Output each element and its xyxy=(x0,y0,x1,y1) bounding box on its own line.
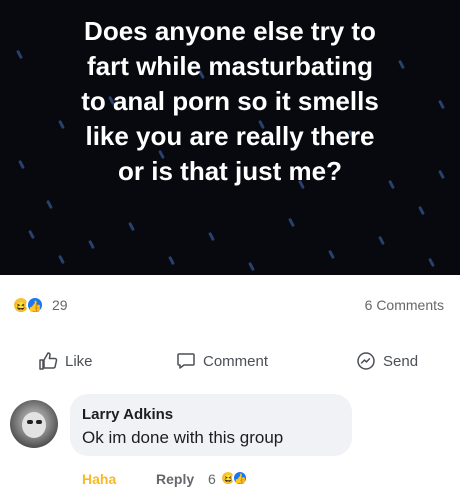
rain-drop xyxy=(378,235,385,246)
send-button-label: Send xyxy=(383,352,419,370)
comment-button-label: Comment xyxy=(203,352,269,370)
comment-text: Ok im done with this group xyxy=(82,428,284,447)
rain-drop xyxy=(28,229,35,240)
avatar-eye xyxy=(27,420,33,424)
rain-drop xyxy=(168,255,175,266)
rain-drop xyxy=(328,249,335,260)
post-text: Does anyone else try to fart while mastu… xyxy=(81,16,379,186)
like-button-label: Like xyxy=(65,352,93,370)
messenger-icon xyxy=(357,352,375,370)
like-button[interactable]: Like xyxy=(38,349,93,373)
rain-drop xyxy=(248,261,255,272)
post-actions: Like Comment Send xyxy=(0,343,460,379)
rain-drop xyxy=(128,221,135,232)
rain-drop xyxy=(418,205,425,216)
haha-reaction-button[interactable]: Haha xyxy=(82,471,116,487)
avatar-face xyxy=(22,412,46,438)
rain-drop xyxy=(208,231,215,242)
like-thumb-icon: 👍 xyxy=(232,470,248,486)
like-thumb-icon: 👍 xyxy=(26,296,44,314)
avatar-eye xyxy=(36,420,42,424)
rain-drop xyxy=(88,239,95,250)
comments-count-link[interactable]: 6 Comments xyxy=(365,297,444,313)
rain-drop xyxy=(58,254,65,265)
reactions-summary[interactable]: 😆 👍 29 6 Comments xyxy=(0,285,460,325)
comment-button[interactable]: Comment xyxy=(176,349,268,373)
rain-drop xyxy=(288,217,295,228)
thumbs-up-icon xyxy=(39,352,58,370)
comment-author[interactable]: Larry Adkins xyxy=(82,406,173,423)
rain-drop xyxy=(428,257,435,268)
post-background: Does anyone else try to fart while mastu… xyxy=(0,0,460,275)
speech-bubble-icon xyxy=(177,353,195,369)
send-button[interactable]: Send xyxy=(356,349,418,373)
comment: Larry Adkins Ok im done with this group … xyxy=(0,392,460,495)
reaction-count[interactable]: 29 xyxy=(52,297,68,313)
reply-button[interactable]: Reply xyxy=(156,471,194,487)
rain-drop xyxy=(46,199,53,210)
comment-reaction-count: 6 xyxy=(208,471,216,487)
avatar[interactable] xyxy=(10,400,58,448)
